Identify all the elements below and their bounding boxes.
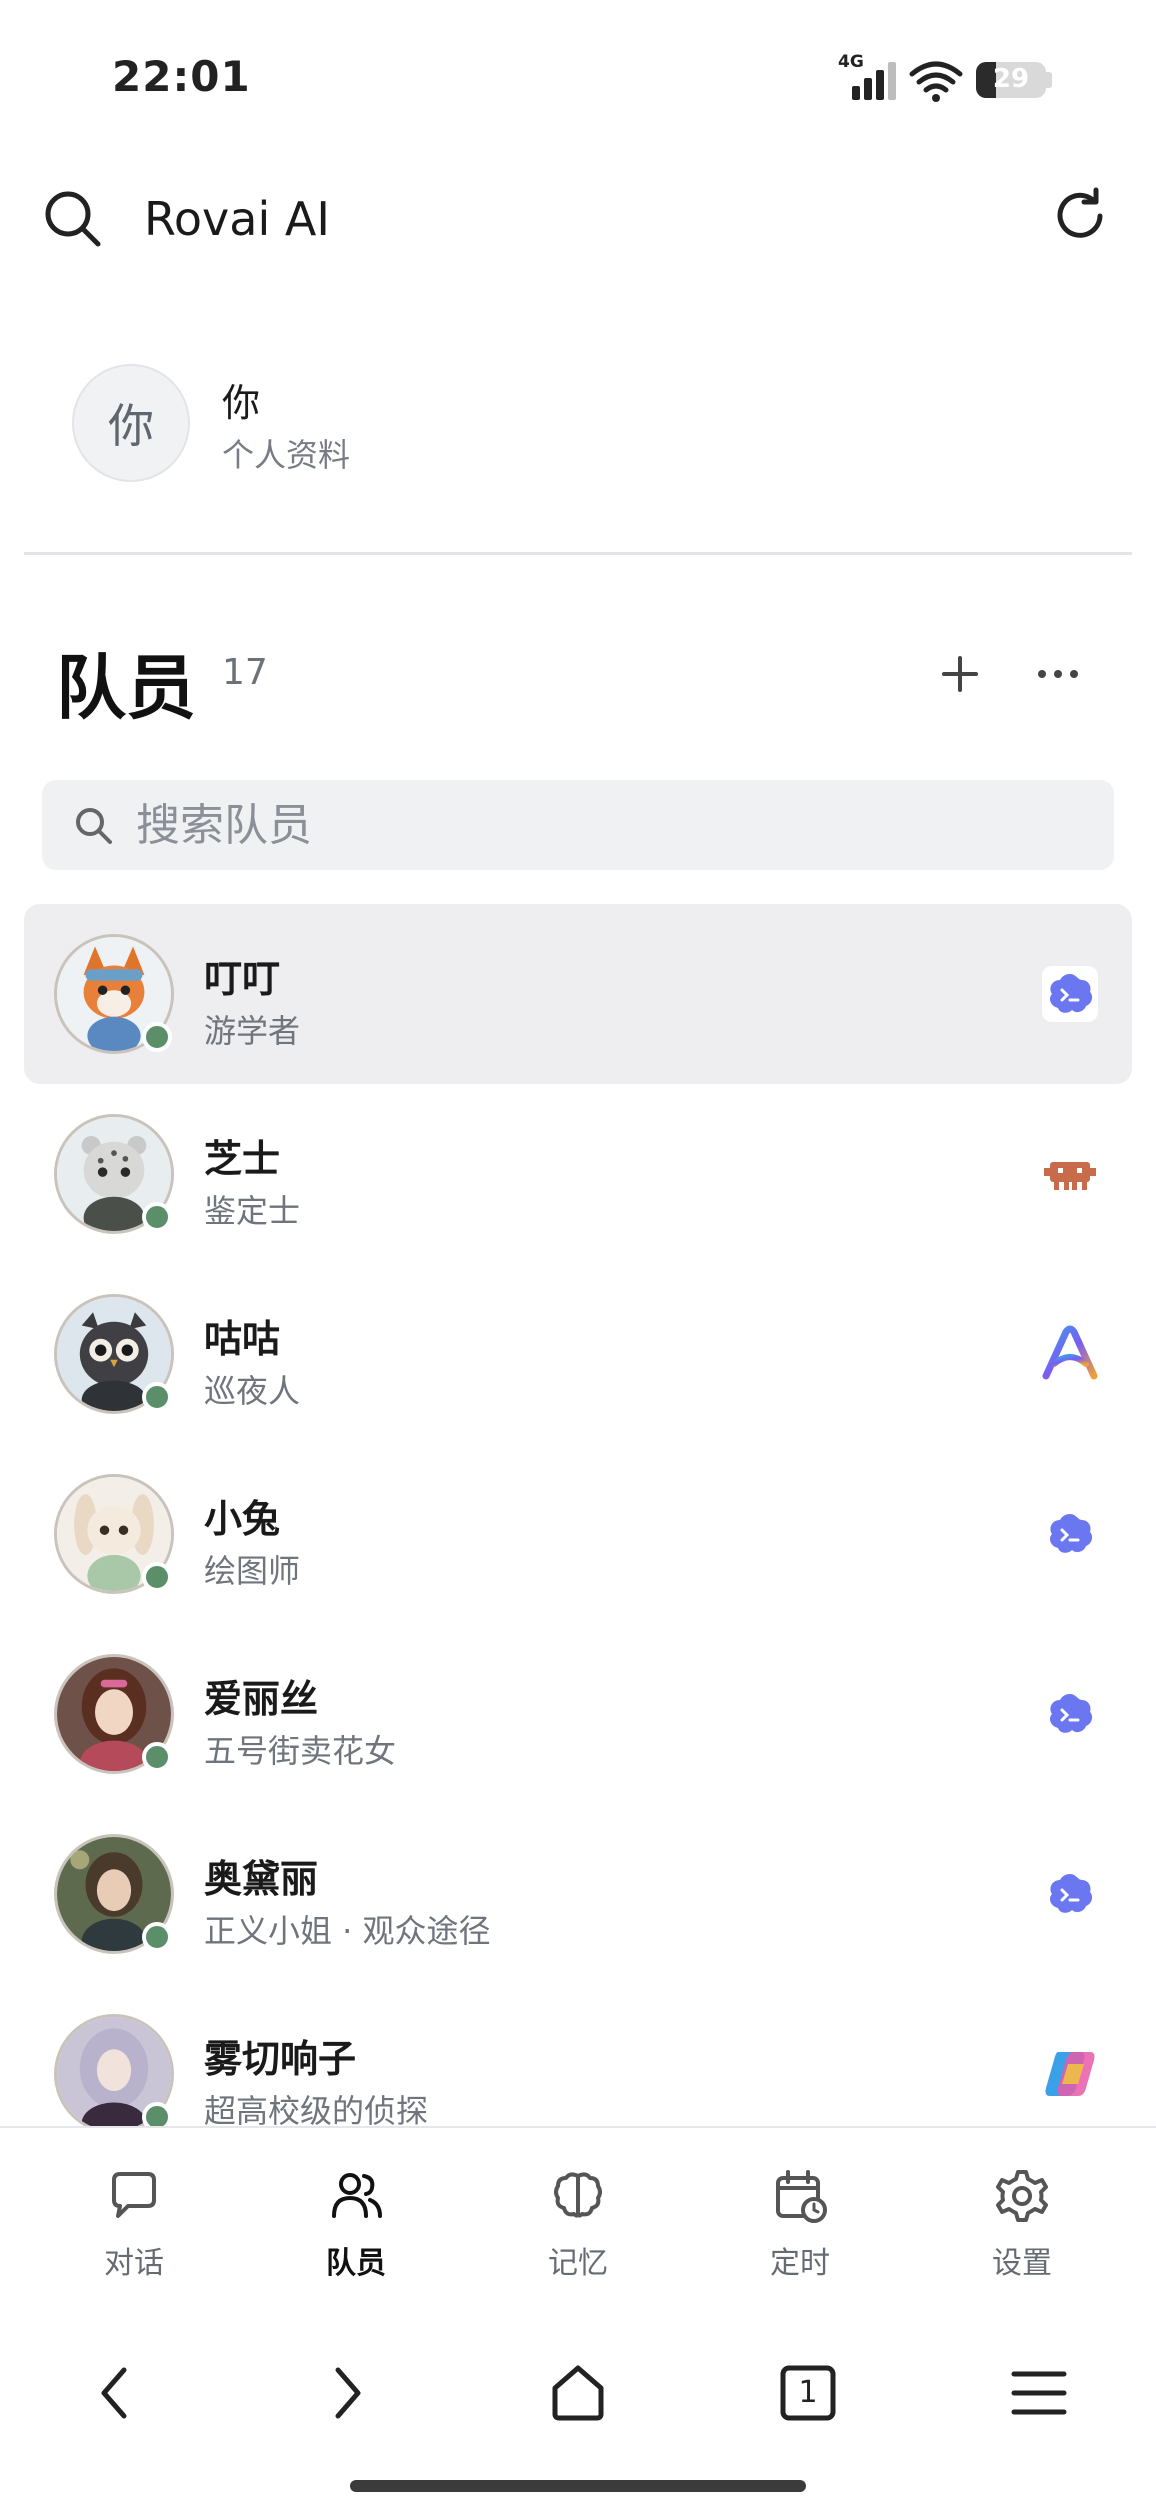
avatar: 你: [72, 364, 190, 482]
profile-name: 你: [222, 381, 261, 425]
tabs-button[interactable]: 1: [773, 2358, 843, 2428]
home-indicator[interactable]: [350, 2480, 806, 2492]
refresh-icon[interactable]: [1048, 184, 1112, 248]
tab-chat[interactable]: 对话: [34, 2128, 234, 2298]
online-status-dot: [142, 1742, 172, 1772]
member-count: 17: [222, 652, 268, 693]
status-bar: 22:01 4G 29: [0, 0, 1156, 150]
member-name: 小兔: [204, 1497, 281, 1541]
member-name: 爱丽丝: [204, 1677, 319, 1721]
member-role: 游学者: [204, 1012, 301, 1050]
tab-team[interactable]: 队员: [256, 2128, 456, 2298]
tab-count: 1: [798, 2375, 818, 2410]
people-icon: [332, 2173, 382, 2218]
signal-icon: [852, 62, 896, 100]
menu-icon[interactable]: [1004, 2358, 1074, 2428]
calendar-clock-icon: [776, 2170, 827, 2223]
member-role: 正义小姐 · 观众途径: [204, 1912, 491, 1950]
add-member-icon[interactable]: [930, 644, 990, 704]
battery-tip: [1046, 72, 1052, 88]
online-status-dot: [142, 1382, 172, 1412]
member-role: 鉴定士: [204, 1192, 301, 1230]
online-status-dot: [142, 1022, 172, 1052]
tab-memory[interactable]: 记忆: [478, 2128, 678, 2298]
copilot-icon: [1045, 2052, 1095, 2096]
app-title: Rovai AI: [144, 192, 330, 246]
system-nav-bar: 1: [0, 2296, 1156, 2510]
claude-code-icon: [1050, 1874, 1093, 1913]
claude-code-icon: [1050, 1514, 1093, 1553]
status-time: 22:01: [112, 52, 251, 101]
online-status-dot: [142, 2102, 172, 2126]
member-row[interactable]: 奥黛丽 正义小姐 · 观众途径: [24, 1804, 1132, 1984]
forward-icon[interactable]: [312, 2358, 382, 2428]
tab-label: 对话: [104, 2246, 164, 2281]
bottom-tab-bar: 对话 队员 记忆 定时 设置: [0, 2126, 1156, 2296]
online-status-dot: [142, 1562, 172, 1592]
search-input[interactable]: [134, 790, 1074, 860]
member-role: 巡夜人: [204, 1372, 301, 1410]
tab-label: 队员: [326, 2246, 386, 2281]
member-role: 五号街卖花女: [204, 1732, 397, 1770]
brain-icon: [554, 2172, 602, 2218]
member-list: 叮叮 游学者 芝士 鉴定士 咕咕 巡夜人 小兔 绘图师 爱丽丝 五号街卖花女 奥…: [0, 904, 1156, 2126]
member-role: 绘图师: [204, 1552, 301, 1590]
member-row[interactable]: 爱丽丝 五号街卖花女: [24, 1624, 1132, 1804]
search-icon[interactable]: [40, 186, 104, 250]
member-name: 雾切响子: [204, 2037, 357, 2081]
wifi-icon: [909, 61, 963, 102]
more-icon[interactable]: [1028, 644, 1088, 704]
member-row[interactable]: 叮叮 游学者: [24, 904, 1132, 1084]
member-name: 芝士: [204, 1137, 281, 1181]
battery-percent: 29: [992, 64, 1030, 94]
online-status-dot: [142, 1922, 172, 1952]
profile-row[interactable]: 你 你 个人资料: [0, 320, 1156, 520]
tab-label: 记忆: [548, 2246, 608, 2281]
member-row[interactable]: 小兔 绘图师: [24, 1444, 1132, 1624]
tab-settings[interactable]: 设置: [922, 2128, 1122, 2298]
member-name: 奥黛丽: [204, 1857, 319, 1901]
gear-icon: [996, 2170, 1048, 2222]
member-row[interactable]: 芝士 鉴定士: [24, 1084, 1132, 1264]
divider: [24, 552, 1132, 555]
member-role: 超高校级的侦探: [204, 2092, 429, 2126]
tab-label: 设置: [992, 2246, 1052, 2281]
tab-schedule[interactable]: 定时: [700, 2128, 900, 2298]
tab-label: 定时: [770, 2246, 830, 2281]
home-icon[interactable]: [543, 2358, 613, 2428]
profile-subtitle: 个人资料: [222, 436, 351, 474]
page-title: 队员: [56, 647, 196, 729]
member-name: 叮叮: [204, 957, 281, 1001]
claude-code-icon: [1042, 966, 1098, 1022]
back-icon[interactable]: [80, 2358, 150, 2428]
battery-icon: 29: [976, 62, 1046, 98]
app-bar: Rovai AI: [0, 150, 1156, 290]
member-row[interactable]: 咕咕 巡夜人: [24, 1264, 1132, 1444]
robot-icon: [1044, 1162, 1096, 1190]
member-row[interactable]: 雾切响子 超高校级的侦探: [24, 1984, 1132, 2126]
online-status-dot: [142, 1202, 172, 1232]
search-icon: [76, 808, 112, 844]
search-bar: [42, 780, 1114, 870]
member-name: 咕咕: [204, 1317, 281, 1361]
chat-icon: [112, 2172, 156, 2218]
arc-icon: [1042, 1325, 1098, 1380]
claude-code-icon: [1050, 1694, 1093, 1733]
